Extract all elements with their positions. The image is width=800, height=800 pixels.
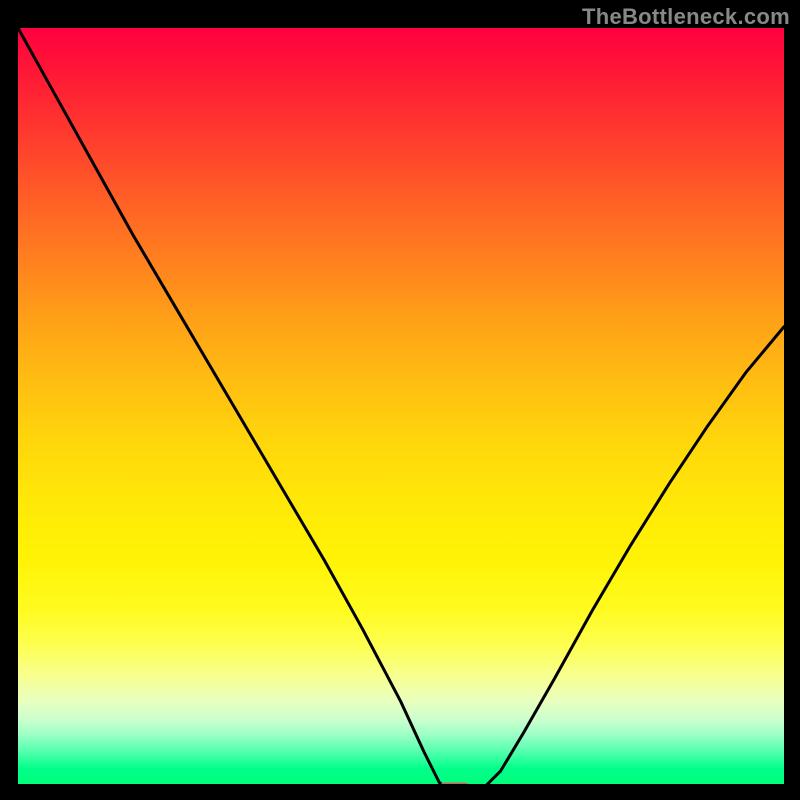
chart-frame: TheBottleneck.com (0, 0, 800, 800)
optimal-marker-pill (439, 783, 471, 784)
attribution-label: TheBottleneck.com (582, 4, 790, 30)
optimal-marker (18, 28, 784, 784)
plot-area (18, 28, 784, 784)
